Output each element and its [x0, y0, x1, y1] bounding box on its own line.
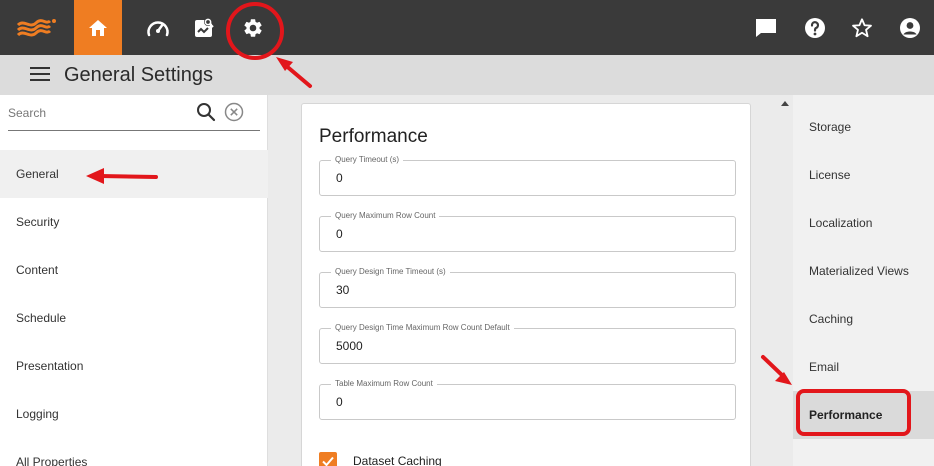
field-value[interactable]: 0 — [336, 395, 343, 409]
sidebar-item-label: All Properties — [16, 455, 88, 466]
page-header: General Settings — [0, 55, 934, 95]
performance-card: Performance Query Timeout (s) 0 Query Ma… — [301, 103, 751, 466]
field-label: Query Timeout (s) — [331, 155, 404, 165]
field-label: Query Design Time Maximum Row Count Defa… — [331, 323, 514, 333]
sidebar-item-label: Logging — [16, 407, 59, 421]
sidebar-item-label: Content — [16, 263, 59, 277]
home-button[interactable] — [74, 0, 122, 55]
sidebar-item-general[interactable]: General — [0, 150, 268, 198]
section-link-label: Materialized Views — [809, 264, 909, 278]
field-value[interactable]: 5000 — [336, 339, 363, 353]
query-design-time-timeout-field[interactable]: Query Design Time Timeout (s) 30 — [319, 267, 736, 308]
section-title: Performance — [319, 126, 428, 147]
query-design-time-max-row-count-field[interactable]: Query Design Time Maximum Row Count Defa… — [319, 323, 736, 364]
section-link-storage[interactable]: Storage — [793, 103, 934, 151]
field-value[interactable]: 30 — [336, 283, 349, 297]
sidebar-item-logging[interactable]: Logging — [0, 390, 268, 438]
chat-icon — [756, 18, 776, 37]
hamburger-menu-icon[interactable] — [30, 67, 50, 83]
star-icon — [852, 17, 872, 37]
clear-search-icon[interactable] — [224, 102, 244, 122]
section-link-label: Caching — [809, 312, 854, 326]
settings-button[interactable] — [231, 0, 275, 55]
top-navigation-bar — [0, 0, 934, 55]
field-label: Table Maximum Row Count — [331, 379, 437, 389]
dashboard-icon — [147, 20, 169, 36]
field-label: Query Maximum Row Count — [331, 211, 440, 221]
user-icon — [900, 17, 920, 38]
checkmark-icon — [322, 456, 334, 466]
favorites-button[interactable] — [840, 0, 884, 55]
search-input[interactable] — [8, 103, 188, 123]
section-link-caching[interactable]: Caching — [793, 295, 934, 343]
sidebar-item-label: Presentation — [16, 359, 84, 373]
search-icon[interactable] — [196, 102, 216, 122]
help-icon — [805, 17, 825, 38]
dataset-caching-checkbox[interactable] — [319, 452, 337, 466]
section-link-localization[interactable]: Localization — [793, 199, 934, 247]
field-label: Query Design Time Timeout (s) — [331, 267, 450, 277]
search-box — [8, 95, 260, 131]
gear-icon — [244, 18, 262, 37]
sidebar-item-presentation[interactable]: Presentation — [0, 342, 268, 390]
field-value[interactable]: 0 — [336, 227, 343, 241]
user-button[interactable] — [888, 0, 932, 55]
section-link-license[interactable]: License — [793, 151, 934, 199]
sidebar-item-label: General — [16, 167, 59, 181]
section-link-label: Storage — [809, 120, 852, 134]
dashboard-button[interactable] — [136, 0, 180, 55]
main-scrollbar[interactable] — [778, 95, 792, 466]
section-link-label: Email — [809, 360, 840, 374]
query-max-row-count-field[interactable]: Query Maximum Row Count 0 — [319, 211, 736, 252]
app-window: General Settings General Security Conten… — [0, 0, 934, 466]
checkbox-label: Dataset Caching — [353, 454, 442, 466]
help-button[interactable] — [793, 0, 837, 55]
page-title: General Settings — [64, 64, 213, 86]
field-value[interactable]: 0 — [336, 171, 343, 185]
section-link-materialized-views[interactable]: Materialized Views — [793, 247, 934, 295]
logo-icon[interactable] — [8, 0, 64, 55]
sidebar-item-all-properties[interactable]: All Properties — [0, 438, 268, 466]
sidebar-item-security[interactable]: Security — [0, 198, 268, 246]
reports-button[interactable] — [183, 0, 227, 55]
query-timeout-field[interactable]: Query Timeout (s) 0 — [319, 155, 736, 196]
scroll-up-arrow-icon[interactable] — [781, 101, 789, 106]
sidebar-item-schedule[interactable]: Schedule — [0, 294, 268, 342]
sidebar-item-label: Security — [16, 215, 60, 229]
section-link-label: Localization — [809, 216, 873, 230]
table-max-row-count-field[interactable]: Table Maximum Row Count 0 — [319, 379, 736, 420]
dataset-caching-checkbox-row[interactable]: Dataset Caching — [319, 452, 442, 466]
section-link-email[interactable]: Email — [793, 343, 934, 391]
home-icon — [89, 19, 107, 36]
settings-sidebar: General Security Content Schedule Presen… — [0, 95, 268, 466]
performance-highlight-box — [796, 389, 911, 436]
reports-icon — [195, 17, 214, 37]
section-link-label: License — [809, 168, 851, 182]
chat-button[interactable] — [744, 0, 788, 55]
sidebar-item-label: Schedule — [16, 311, 67, 325]
sidebar-item-content[interactable]: Content — [0, 246, 268, 294]
